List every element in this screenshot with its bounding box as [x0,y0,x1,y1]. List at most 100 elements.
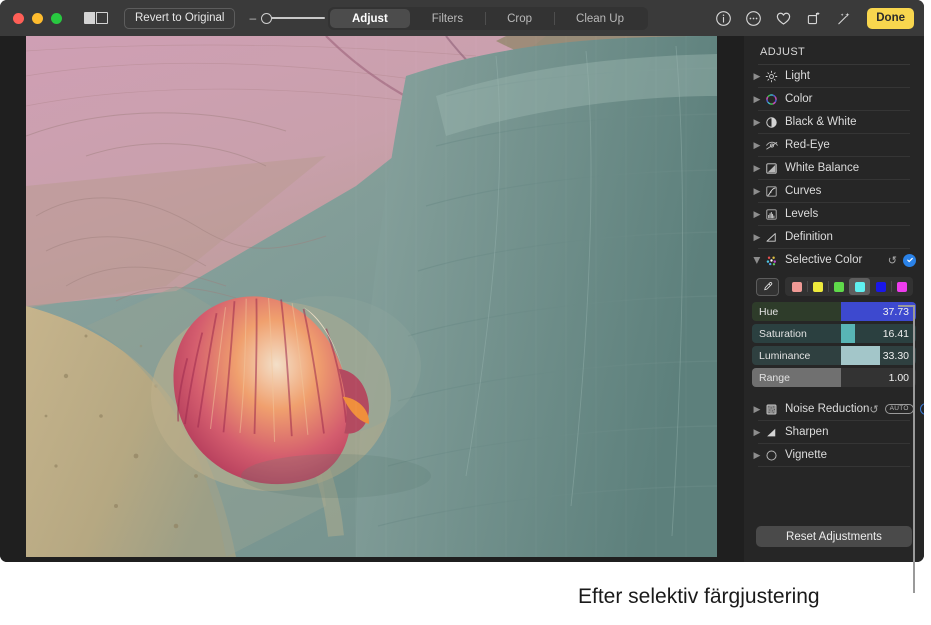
adjust-sidebar: ADJUST ▶ Light ▶ Color ▶ Black & White ▶… [744,36,924,562]
done-button[interactable]: Done [867,7,914,29]
more-options-icon[interactable] [745,10,762,27]
reset-noise-reduction-icon[interactable]: ↺ [869,403,878,416]
sidebar-item-white-balance[interactable]: ▶ White Balance [744,157,924,179]
close-window-button[interactable] [13,12,24,24]
tab-clean-up-label: Clean Up [576,12,624,25]
reset-adjustments-button[interactable]: Reset Adjustments [756,526,912,547]
sidebar-item-selective-color[interactable]: ▶ Selective Color ↺ [744,249,924,271]
chevron-right-icon[interactable]: ▶ [752,232,762,243]
window-controls [13,12,62,24]
chevron-right-icon[interactable]: ▶ [752,163,762,174]
sidebar-item-vignette[interactable]: ▶ Vignette [744,444,924,466]
swatch-yellow[interactable] [807,278,828,295]
sidebar-item-sharpen[interactable]: ▶ Sharpen [744,421,924,443]
swatch-magenta[interactable] [891,278,912,295]
chevron-right-icon[interactable]: ▶ [752,94,762,105]
row-divider [758,466,910,467]
photos-editor-window: Revert to Original – + Adjust Filters Cr… [0,0,924,562]
chevron-right-icon[interactable]: ▶ [752,404,762,415]
swatch-blue-chip [875,281,886,292]
eyedropper-icon[interactable] [756,277,779,296]
tab-crop[interactable]: Crop [485,9,554,28]
tab-filters[interactable]: Filters [410,9,485,28]
noise-reduction-controls: ↺ AUTO [869,403,924,416]
info-icon[interactable] [715,10,732,27]
reset-selective-color-icon[interactable]: ↺ [888,254,897,267]
chevron-right-icon[interactable]: ▶ [752,209,762,220]
chevron-right-icon[interactable]: ▶ [752,140,762,151]
slider-hue[interactable]: Hue 37.73 [752,302,916,321]
swatch-green[interactable] [828,278,849,295]
editor-mode-tabs: Adjust Filters Crop Clean Up [328,7,648,30]
slider-luminance[interactable]: Luminance 33.30 [752,346,916,365]
edited-photo[interactable] [26,36,717,557]
selective-color-header-controls: ↺ [888,253,916,267]
selective-color-swatch-row [756,277,916,296]
reset-adjustments-label: Reset Adjustments [786,530,882,543]
chevron-right-icon[interactable]: ▶ [752,450,762,461]
swatch-cyan-chip [854,281,865,292]
noise-reduction-toggle[interactable] [919,403,924,415]
split-view-right-icon [96,12,108,24]
selective-color-enabled-toggle[interactable] [903,253,916,267]
chevron-right-icon[interactable]: ▶ [752,117,762,128]
favorite-heart-icon[interactable] [775,10,792,27]
sidebar-item-black-and-white[interactable]: ▶ Black & White [744,111,924,133]
tab-adjust[interactable]: Adjust [330,9,410,28]
sidebar-item-vignette-label: Vignette [785,449,827,461]
definition-icon [764,230,779,245]
maximize-window-button[interactable] [51,12,62,24]
sidebar-item-light-label: Light [785,70,810,82]
sidebar-item-curves[interactable]: ▶ Curves [744,180,924,202]
callout-connector-vertical [913,305,915,593]
minimize-window-button[interactable] [32,12,43,24]
zoom-slider[interactable] [261,12,326,24]
swatch-red[interactable] [786,278,807,295]
slider-luminance-label: Luminance [759,349,811,362]
slider-range[interactable]: Range 1.00 [752,368,916,387]
figure-caption: Efter selektiv färgjustering [578,585,820,608]
sidebar-item-curves-label: Curves [785,185,822,197]
zoom-slider-track [265,17,326,19]
swatch-red-chip [791,281,802,292]
sidebar-item-levels-label: Levels [785,208,819,220]
sidebar-item-white-balance-label: White Balance [785,162,860,174]
light-icon [764,69,779,84]
sidebar-item-selective-color-label: Selective Color [785,254,863,266]
chevron-right-icon[interactable]: ▶ [752,427,762,438]
chevron-right-icon[interactable]: ▶ [752,71,762,82]
sidebar-item-light[interactable]: ▶ Light [744,65,924,87]
zoom-out-icon[interactable]: – [249,12,256,24]
swatch-magenta-chip [896,281,907,292]
swatch-blue[interactable] [870,278,891,295]
zoom-slider-knob[interactable] [261,12,273,24]
slider-saturation-fill [841,324,856,343]
noise-reduction-auto-badge[interactable]: AUTO [884,403,914,415]
revert-to-original-label: Revert to Original [135,12,225,24]
sidebar-item-noise-reduction[interactable]: ▶ Noise Reduction ↺ AUTO [744,398,924,420]
slider-luminance-fill [841,346,880,365]
photo-canvas [0,36,744,562]
sidebar-item-definition[interactable]: ▶ Definition [744,226,924,248]
swatch-cyan[interactable] [849,278,870,295]
tab-clean-up[interactable]: Clean Up [554,9,646,28]
selective-color-panel: Hue 37.73 Saturation 16.41 Luminance 33.… [744,271,924,387]
chevron-down-icon[interactable]: ▶ [752,255,763,265]
selective-color-icon [764,253,779,268]
split-view-toggle-button[interactable] [84,12,108,24]
toolbar-right-icons: Done [715,0,914,36]
sidebar-item-red-eye[interactable]: ▶ Red-Eye [744,134,924,156]
revert-to-original-button[interactable]: Revert to Original [124,7,236,29]
zoom-control[interactable]: – + [249,12,337,24]
color-swatch-group [785,277,913,296]
sidebar-item-levels[interactable]: ▶ Levels [744,203,924,225]
chevron-right-icon[interactable]: ▶ [752,186,762,197]
levels-icon [764,207,779,222]
noise-reduction-icon [764,402,779,417]
enhance-wand-icon[interactable] [835,10,852,27]
rotate-icon[interactable] [805,10,822,27]
slider-range-label: Range [759,371,790,384]
sidebar-title: ADJUST [760,46,806,58]
slider-saturation[interactable]: Saturation 16.41 [752,324,916,343]
sidebar-item-color[interactable]: ▶ Color [744,88,924,110]
